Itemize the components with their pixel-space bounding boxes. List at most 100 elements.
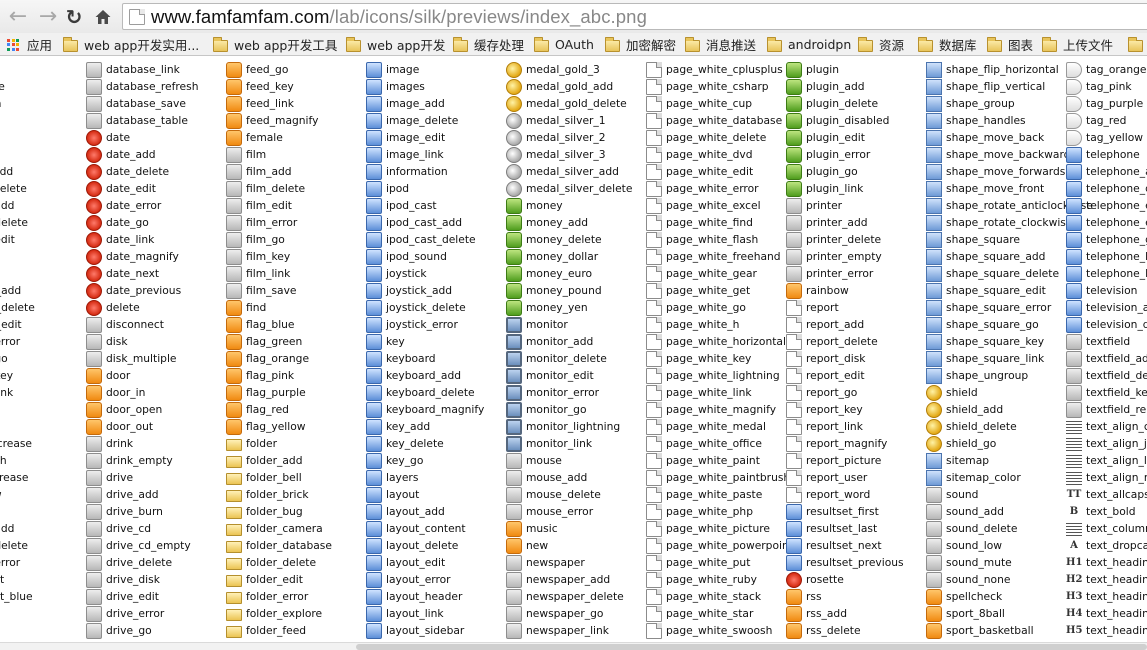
home-icon[interactable] — [91, 5, 115, 29]
money-yen-icon — [506, 299, 522, 316]
icon-entry: text_align_center — [1066, 418, 1147, 435]
page-white-paste-icon — [646, 486, 662, 503]
icon-label: page_white_go — [666, 301, 746, 314]
forward-arrow-icon[interactable]: → — [36, 5, 60, 29]
icon-entry: er_add — [0, 520, 35, 537]
report-go-icon — [786, 384, 802, 401]
icon-label: report_link — [806, 420, 863, 433]
icon-label: film_error — [246, 216, 298, 229]
icon-label: ipod — [386, 182, 410, 195]
folder-icon — [918, 36, 933, 52]
icon-entry: find — [226, 299, 332, 316]
icon-label: text_allcaps — [1086, 488, 1147, 501]
icon-label: database_link — [106, 63, 180, 76]
bookmark-0[interactable]: 应用 — [7, 36, 52, 53]
icon-entry: flag_green — [226, 333, 332, 350]
icon-label: drink_empty — [106, 454, 173, 467]
image-icon — [366, 61, 382, 78]
icon-entry: printer_error — [786, 265, 904, 282]
url-text[interactable]: www.famfamfam.com/lab/icons/silk/preview… — [151, 6, 647, 28]
icon-entry: key_delete — [366, 435, 484, 452]
icon-entry: telephone_delete — [1066, 180, 1147, 197]
text-align-justify-icon — [1066, 435, 1082, 452]
icon-entry: film_save — [226, 282, 332, 299]
icon-label: er_error — [0, 335, 21, 348]
icon-label: nt_edit — [0, 233, 15, 246]
page-white-magnify-icon — [646, 401, 662, 418]
back-arrow-icon[interactable]: ← — [6, 5, 30, 29]
bookmark-8[interactable]: androidpn — [767, 36, 851, 53]
bookmark-label: 上传文件 — [1063, 38, 1114, 53]
flag-green-icon — [226, 333, 242, 350]
reload-icon[interactable]: ↻ — [62, 5, 86, 29]
icon-label: shield — [946, 386, 978, 399]
monitor-lightning-icon — [506, 418, 522, 435]
icon-label: textfield — [1086, 335, 1131, 348]
page-white-flash-icon — [646, 231, 662, 248]
bookmark-5[interactable]: OAuth — [534, 36, 594, 53]
icon-label: layout_sidebar — [386, 624, 465, 637]
bookmark-4[interactable]: 缓存处理 — [453, 36, 524, 53]
page-white-swoosh-icon — [646, 622, 662, 639]
drive-icon — [86, 469, 102, 486]
icon-entry: key — [366, 333, 484, 350]
horizontal-scrollbar[interactable] — [0, 642, 1147, 650]
icon-entry: rainbow — [786, 282, 904, 299]
icon-label: keyboard_magnify — [386, 403, 485, 416]
icon-entry: page_white_horizontal — [646, 333, 793, 350]
icon-label: folder_explore — [246, 607, 323, 620]
bookmark-11[interactable]: 图表 — [987, 36, 1033, 53]
icon-label: medal_gold_add — [526, 80, 614, 93]
bookmark-9[interactable]: 资源 — [858, 36, 904, 53]
bookmark-12[interactable]: 上传文件 — [1042, 36, 1113, 53]
icon-label: page_white_error — [666, 182, 759, 195]
bookmark-3[interactable]: web app开发 — [346, 36, 445, 53]
scrollbar-thumb[interactable] — [356, 644, 1147, 650]
icon-entry: door_open — [86, 401, 198, 418]
bookmark-13[interactable]: A — [1128, 36, 1147, 53]
bookmark-label: web app开发工具 — [234, 38, 338, 53]
icon-entry: page_white_h — [646, 316, 793, 333]
icon-label: er_key — [0, 369, 14, 382]
bookmark-7[interactable]: 消息推送 — [685, 36, 756, 53]
folder-icon — [1128, 36, 1143, 52]
icon-label: mouse_error — [526, 505, 594, 518]
icon-entry: page_white_magnify — [646, 401, 793, 418]
film-error-icon — [226, 214, 242, 231]
icon-label: disconnect — [106, 318, 164, 331]
icon-label: disk_multiple — [106, 352, 177, 365]
address-bar[interactable]: www.famfamfam.com/lab/icons/silk/preview… — [122, 3, 1147, 30]
spellcheck-icon — [926, 588, 942, 605]
icon-entry: page_white_dvd — [646, 146, 793, 163]
image-edit-icon — [366, 129, 382, 146]
keyboard-magnify-icon — [366, 401, 382, 418]
bookmark-6[interactable]: 加密解密 — [605, 36, 676, 53]
bookmark-2[interactable]: web app开发工具 — [213, 36, 337, 53]
icon-label: key_delete — [386, 437, 444, 450]
bookmark-1[interactable]: web app开发实用... — [63, 36, 199, 53]
icon-entry: page_white_flash — [646, 231, 793, 248]
icon-label: page_white_link — [666, 386, 752, 399]
icon-entry: flag_purple — [226, 384, 332, 401]
icon-label: monitor_edit — [526, 369, 594, 382]
layout-error-icon — [366, 571, 382, 588]
icon-entry: medal_gold_delete — [506, 95, 632, 112]
flag-blue-icon — [226, 316, 242, 333]
icon-label: _increase — [0, 471, 29, 484]
icon-label: report_disk — [806, 352, 866, 365]
icon-label: sound_delete — [946, 522, 1018, 535]
icon-label: sound_none — [946, 573, 1011, 586]
icon-entry: er_link — [0, 384, 35, 401]
icon-entry: image_edit — [366, 129, 484, 146]
bookmark-10[interactable]: 数据库 — [918, 36, 977, 53]
icon-entry: drive_cd_empty — [86, 537, 198, 554]
icon-label: er_add — [0, 522, 15, 535]
drive-error-icon — [86, 605, 102, 622]
icon-column-0: d elete atch neel ntts ts_add ts_delete nt_addn… — [0, 61, 35, 605]
icon-label: image_edit — [386, 131, 446, 144]
ipod-icon — [366, 180, 382, 197]
icon-entry: money_yen — [506, 299, 632, 316]
icon-entry: money — [506, 197, 632, 214]
telephone-key-icon — [1066, 248, 1082, 265]
icon-entry: H1 text_heading_1 — [1066, 554, 1147, 571]
